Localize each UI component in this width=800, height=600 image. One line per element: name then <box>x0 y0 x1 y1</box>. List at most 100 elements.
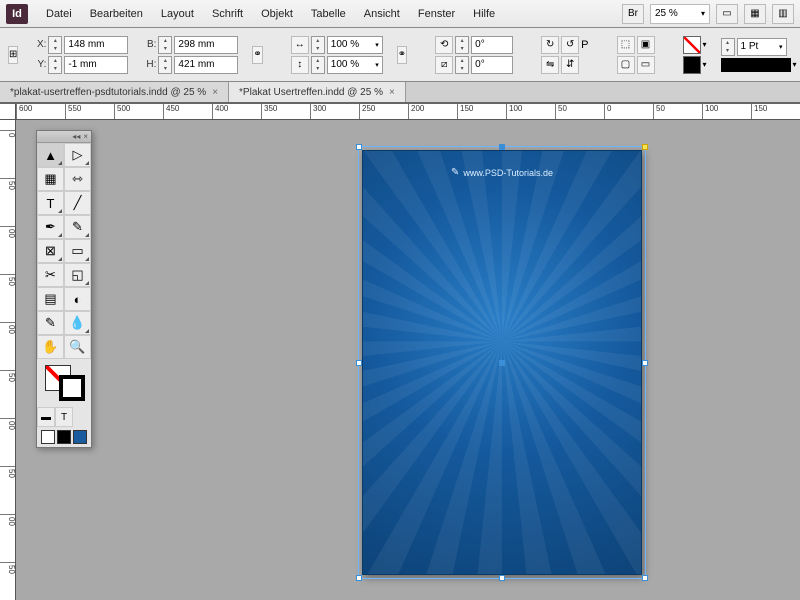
stroke-stepper[interactable]: ▴▾ <box>721 38 735 56</box>
y-stepper[interactable]: ▴▾ <box>48 56 62 74</box>
handle-top-right[interactable] <box>642 144 648 150</box>
handle-center[interactable] <box>499 360 505 366</box>
w-stepper[interactable]: ▴▾ <box>158 36 172 54</box>
menu-table[interactable]: Tabelle <box>303 4 354 24</box>
menu-type[interactable]: Schrift <box>204 4 251 24</box>
close-icon[interactable]: × <box>83 132 88 141</box>
handle-bot-mid[interactable] <box>499 575 505 581</box>
tab-title: *Plakat Usertreffen.indd @ 25 % <box>239 87 383 98</box>
x-input[interactable]: 148 mm <box>64 36 128 54</box>
collapse-icon[interactable]: ◂◂ <box>72 132 80 141</box>
note-tool[interactable]: ✎ <box>37 311 64 335</box>
scalex-stepper[interactable]: ▴▾ <box>311 36 325 54</box>
scale-y-icon: ↕ <box>291 56 309 74</box>
rotate-input[interactable]: 0° <box>471 36 513 54</box>
menu-layout[interactable]: Layout <box>153 4 202 24</box>
canvas-area[interactable]: www.PSD-Tutorials.de <box>16 120 800 600</box>
scale-y-input[interactable]: 100 % <box>327 56 383 74</box>
page-tool[interactable]: ▦ <box>37 167 64 191</box>
scaley-stepper[interactable]: ▴▾ <box>311 56 325 74</box>
stroke-weight-input[interactable]: 1 Pt <box>737 38 787 56</box>
zoom-tool[interactable]: 🔍 <box>64 335 91 359</box>
close-icon[interactable]: × <box>212 87 218 98</box>
y-input[interactable]: -1 mm <box>64 56 128 74</box>
fit-content-icon[interactable]: ▢ <box>617 56 635 74</box>
handle-top-mid[interactable] <box>499 144 505 150</box>
workspace-button[interactable]: ▥ <box>772 4 794 24</box>
close-icon[interactable]: × <box>389 87 395 98</box>
select-content-icon[interactable]: ▣ <box>637 36 655 54</box>
tools-panel-header[interactable]: ◂◂× <box>37 131 91 143</box>
rotate-cw-icon[interactable]: ↻ <box>541 36 559 54</box>
arrange-button[interactable]: ▦ <box>744 4 766 24</box>
shear-input[interactable]: 0° <box>471 56 513 74</box>
gradient-feather-tool[interactable]: ◐ <box>64 287 91 311</box>
menu-file[interactable]: Datei <box>38 4 80 24</box>
control-bar: ⊞ X:▴▾148 mm Y:▴▾-1 mm B:▴▾298 mm H:▴▾42… <box>0 28 800 82</box>
constrain-scale-icon[interactable]: ⚭ <box>397 46 407 64</box>
screen-mode-button[interactable]: ▭ <box>716 4 738 24</box>
selection-bounding-box[interactable] <box>358 146 646 579</box>
scale-x-icon: ↔ <box>291 36 309 54</box>
apply-color-button[interactable]: ▬ <box>37 407 55 427</box>
h-stepper[interactable]: ▴▾ <box>158 56 172 74</box>
scissors-tool[interactable]: ✂ <box>37 263 64 287</box>
reference-point-icon[interactable]: ⊞ <box>8 46 18 64</box>
rot-stepper[interactable]: ▴▾ <box>455 36 469 54</box>
handle-bot-left[interactable] <box>356 575 362 581</box>
selection-tool[interactable]: ▲ <box>37 143 64 167</box>
pencil-tool[interactable]: ✎ <box>64 215 91 239</box>
scale-x-input[interactable]: 100 % <box>327 36 383 54</box>
apply-none-swatch[interactable] <box>41 430 55 444</box>
stroke-style-dropdown[interactable] <box>721 58 791 72</box>
document-tab-2[interactable]: *Plakat Usertreffen.indd @ 25 % × <box>229 82 406 102</box>
pen-tool[interactable]: ✒ <box>37 215 64 239</box>
color-mode-swatches <box>37 427 91 447</box>
menu-view[interactable]: Ansicht <box>356 4 408 24</box>
menu-object[interactable]: Objekt <box>253 4 301 24</box>
select-container-icon[interactable]: ⬚ <box>617 36 635 54</box>
gradient-swatch-tool[interactable]: ▤ <box>37 287 64 311</box>
bridge-button[interactable]: Br <box>622 4 644 24</box>
handle-mid-left[interactable] <box>356 360 362 366</box>
flip-h-icon[interactable]: ⇋ <box>541 56 559 74</box>
direct-selection-tool[interactable]: ▷ <box>64 143 91 167</box>
rectangle-frame-tool[interactable]: ⊠ <box>37 239 64 263</box>
line-tool[interactable]: ╱ <box>64 191 91 215</box>
h-input[interactable]: 421 mm <box>174 56 238 74</box>
menu-help[interactable]: Hilfe <box>465 4 503 24</box>
constrain-wh-icon[interactable]: ⚭ <box>252 46 262 64</box>
fit-frame-icon[interactable]: ▭ <box>637 56 655 74</box>
horizontal-ruler[interactable]: 600 550 500 450 400 350 300 250 200 150 … <box>16 104 800 120</box>
handle-mid-right[interactable] <box>642 360 648 366</box>
handle-top-left[interactable] <box>356 144 362 150</box>
apply-blue-swatch[interactable] <box>73 430 87 444</box>
free-transform-tool[interactable]: ◱ <box>64 263 91 287</box>
gap-tool[interactable]: ⇿ <box>64 167 91 191</box>
shear-icon: ⧄ <box>435 56 453 74</box>
eyedropper-tool[interactable]: 💧 <box>64 311 91 335</box>
stroke-swatch[interactable] <box>683 56 701 74</box>
rectangle-tool[interactable]: ▭ <box>64 239 91 263</box>
w-input[interactable]: 298 mm <box>174 36 238 54</box>
vertical-ruler[interactable]: 0 50 00 50 00 50 00 50 00 50 <box>0 120 16 600</box>
menu-edit[interactable]: Bearbeiten <box>82 4 151 24</box>
shear-stepper[interactable]: ▴▾ <box>455 56 469 74</box>
zoom-level-dropdown[interactable]: 25 % <box>650 4 710 24</box>
menu-window[interactable]: Fenster <box>410 4 463 24</box>
handle-bot-right[interactable] <box>642 575 648 581</box>
rotate-ccw-icon[interactable]: ↺ <box>561 36 579 54</box>
ruler-origin[interactable] <box>0 104 16 120</box>
type-tool[interactable]: T <box>37 191 64 215</box>
fill-swatch[interactable] <box>683 36 701 54</box>
flip-v-icon[interactable]: ⇵ <box>561 56 579 74</box>
hand-tool[interactable]: ✋ <box>37 335 64 359</box>
stroke-proxy[interactable] <box>59 375 85 401</box>
formatting-text-button[interactable]: T <box>55 407 73 427</box>
x-stepper[interactable]: ▴▾ <box>48 36 62 54</box>
y-label: Y: <box>32 59 46 70</box>
document-tab-1[interactable]: *plakat-usertreffen-psdtutorials.indd @ … <box>0 82 229 102</box>
fill-stroke-proxy[interactable] <box>37 359 91 407</box>
tools-panel[interactable]: ◂◂× ▲ ▷ ▦ ⇿ T ╱ ✒ ✎ ⊠ ▭ ✂ ◱ ▤ ◐ ✎ 💧 ✋ 🔍 … <box>36 130 92 448</box>
apply-black-swatch[interactable] <box>57 430 71 444</box>
